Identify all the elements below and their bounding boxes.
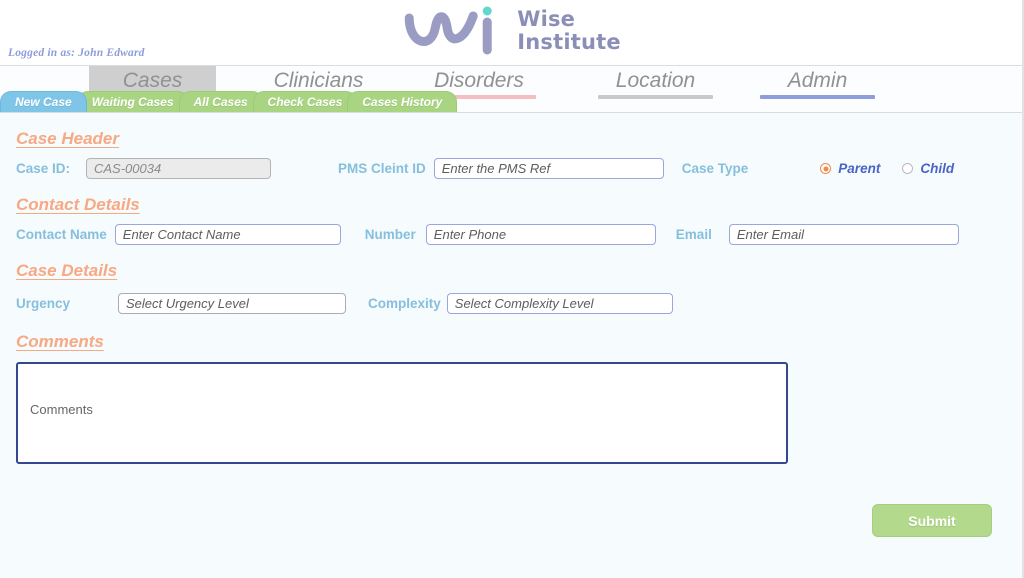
- case-type-radio-parent[interactable]: Parent: [820, 161, 880, 176]
- case-type-radio-group: Parent Child: [820, 161, 976, 176]
- pms-client-id-label: PMS Cleint ID: [338, 161, 426, 176]
- pms-client-id-input[interactable]: [433, 158, 664, 179]
- navigation-bar: Cases Clinicians Disorders Location Admin Ne…: [0, 66, 1022, 113]
- sub-tab-check-cases[interactable]: Check Cases: [252, 91, 358, 112]
- brand-line-1: Wise: [517, 7, 576, 31]
- sub-tab-label: New Case: [15, 95, 72, 109]
- main-nav-item-label: Location: [615, 69, 696, 92]
- case-header-section: Case Header: [16, 129, 1006, 149]
- email-label: Email: [675, 227, 712, 242]
- application-window: Logged in as: John Edward Wise Institute…: [0, 0, 1024, 578]
- urgency-select[interactable]: [118, 293, 346, 314]
- new-case-form: Case Header Case ID: PMS Cleint ID Case …: [0, 129, 1022, 469]
- complexity-select[interactable]: [446, 293, 673, 314]
- sub-nav: New Case Waiting Cases All Cases Check Case…: [0, 91, 458, 112]
- case-id-input: [86, 158, 271, 179]
- urgency-label: Urgency: [16, 296, 71, 311]
- brand-wordmark: Wise Institute: [517, 8, 621, 56]
- contact-details-section: Contact Details: [16, 195, 1006, 215]
- number-label: Number: [364, 227, 416, 242]
- main-nav-item-location[interactable]: Location: [592, 66, 719, 99]
- sub-tab-label: All Cases: [193, 95, 248, 109]
- section-title-case-details: Case Details: [16, 261, 118, 280]
- brand-line-2: Institute: [517, 30, 621, 54]
- sub-tab-cases-history[interactable]: Cases History: [347, 91, 458, 112]
- contact-details-fields: Contact Name Number Email: [16, 224, 1006, 245]
- sub-tab-label: Check Cases: [267, 95, 343, 109]
- case-type-radio-label: Parent: [838, 161, 881, 176]
- logged-in-status: Logged in as: John Edward: [8, 47, 145, 59]
- case-type-radio-label: Child: [920, 161, 955, 176]
- main-nav-item-admin[interactable]: Admin: [754, 66, 881, 99]
- submit-button[interactable]: Submit: [872, 504, 992, 537]
- main-nav-item-label: Admin: [787, 69, 848, 92]
- case-details-section: Case Details: [16, 261, 1006, 281]
- case-type-label: Case Type: [681, 161, 749, 176]
- sub-tab-new-case[interactable]: New Case: [0, 91, 87, 112]
- phone-number-input[interactable]: [425, 224, 656, 245]
- wise-institute-logo-icon: [401, 4, 507, 60]
- contact-name-input[interactable]: [114, 224, 341, 245]
- main-nav-item-label: Clinicians: [273, 69, 364, 92]
- case-type-radio-child[interactable]: Child: [902, 161, 954, 176]
- radio-button-icon: [820, 163, 832, 174]
- sub-tab-all-cases[interactable]: All Cases: [178, 91, 263, 112]
- sub-tab-waiting-cases[interactable]: Waiting Cases: [76, 91, 189, 112]
- main-nav-item-label: Disorders: [434, 69, 524, 92]
- main-nav-item-label: Cases: [122, 69, 183, 92]
- email-input[interactable]: [728, 224, 959, 245]
- comments-textarea[interactable]: [16, 362, 788, 464]
- comments-section: Comments: [16, 332, 1006, 352]
- main-nav-underline: [760, 95, 875, 99]
- contact-name-label: Contact Name: [16, 227, 107, 242]
- sub-tab-label: Cases History: [362, 95, 443, 109]
- case-id-label: Case ID:: [16, 161, 71, 176]
- form-actions: Submit: [872, 504, 992, 537]
- page-header: Logged in as: John Edward Wise Institute: [0, 0, 1022, 66]
- complexity-label: Complexity: [368, 296, 441, 311]
- section-title-contact-details: Contact Details: [16, 195, 140, 214]
- sub-tab-label: Waiting Cases: [91, 95, 174, 109]
- case-details-fields: Urgency Complexity: [16, 293, 1006, 314]
- section-title-case-header: Case Header: [16, 129, 120, 148]
- radio-button-icon: [902, 163, 914, 174]
- main-nav-underline: [598, 95, 713, 99]
- section-title-comments: Comments: [16, 332, 104, 351]
- brand-logo[interactable]: Wise Institute: [401, 4, 621, 60]
- case-header-fields: Case ID: PMS Cleint ID Case Type Parent C…: [16, 158, 1006, 179]
